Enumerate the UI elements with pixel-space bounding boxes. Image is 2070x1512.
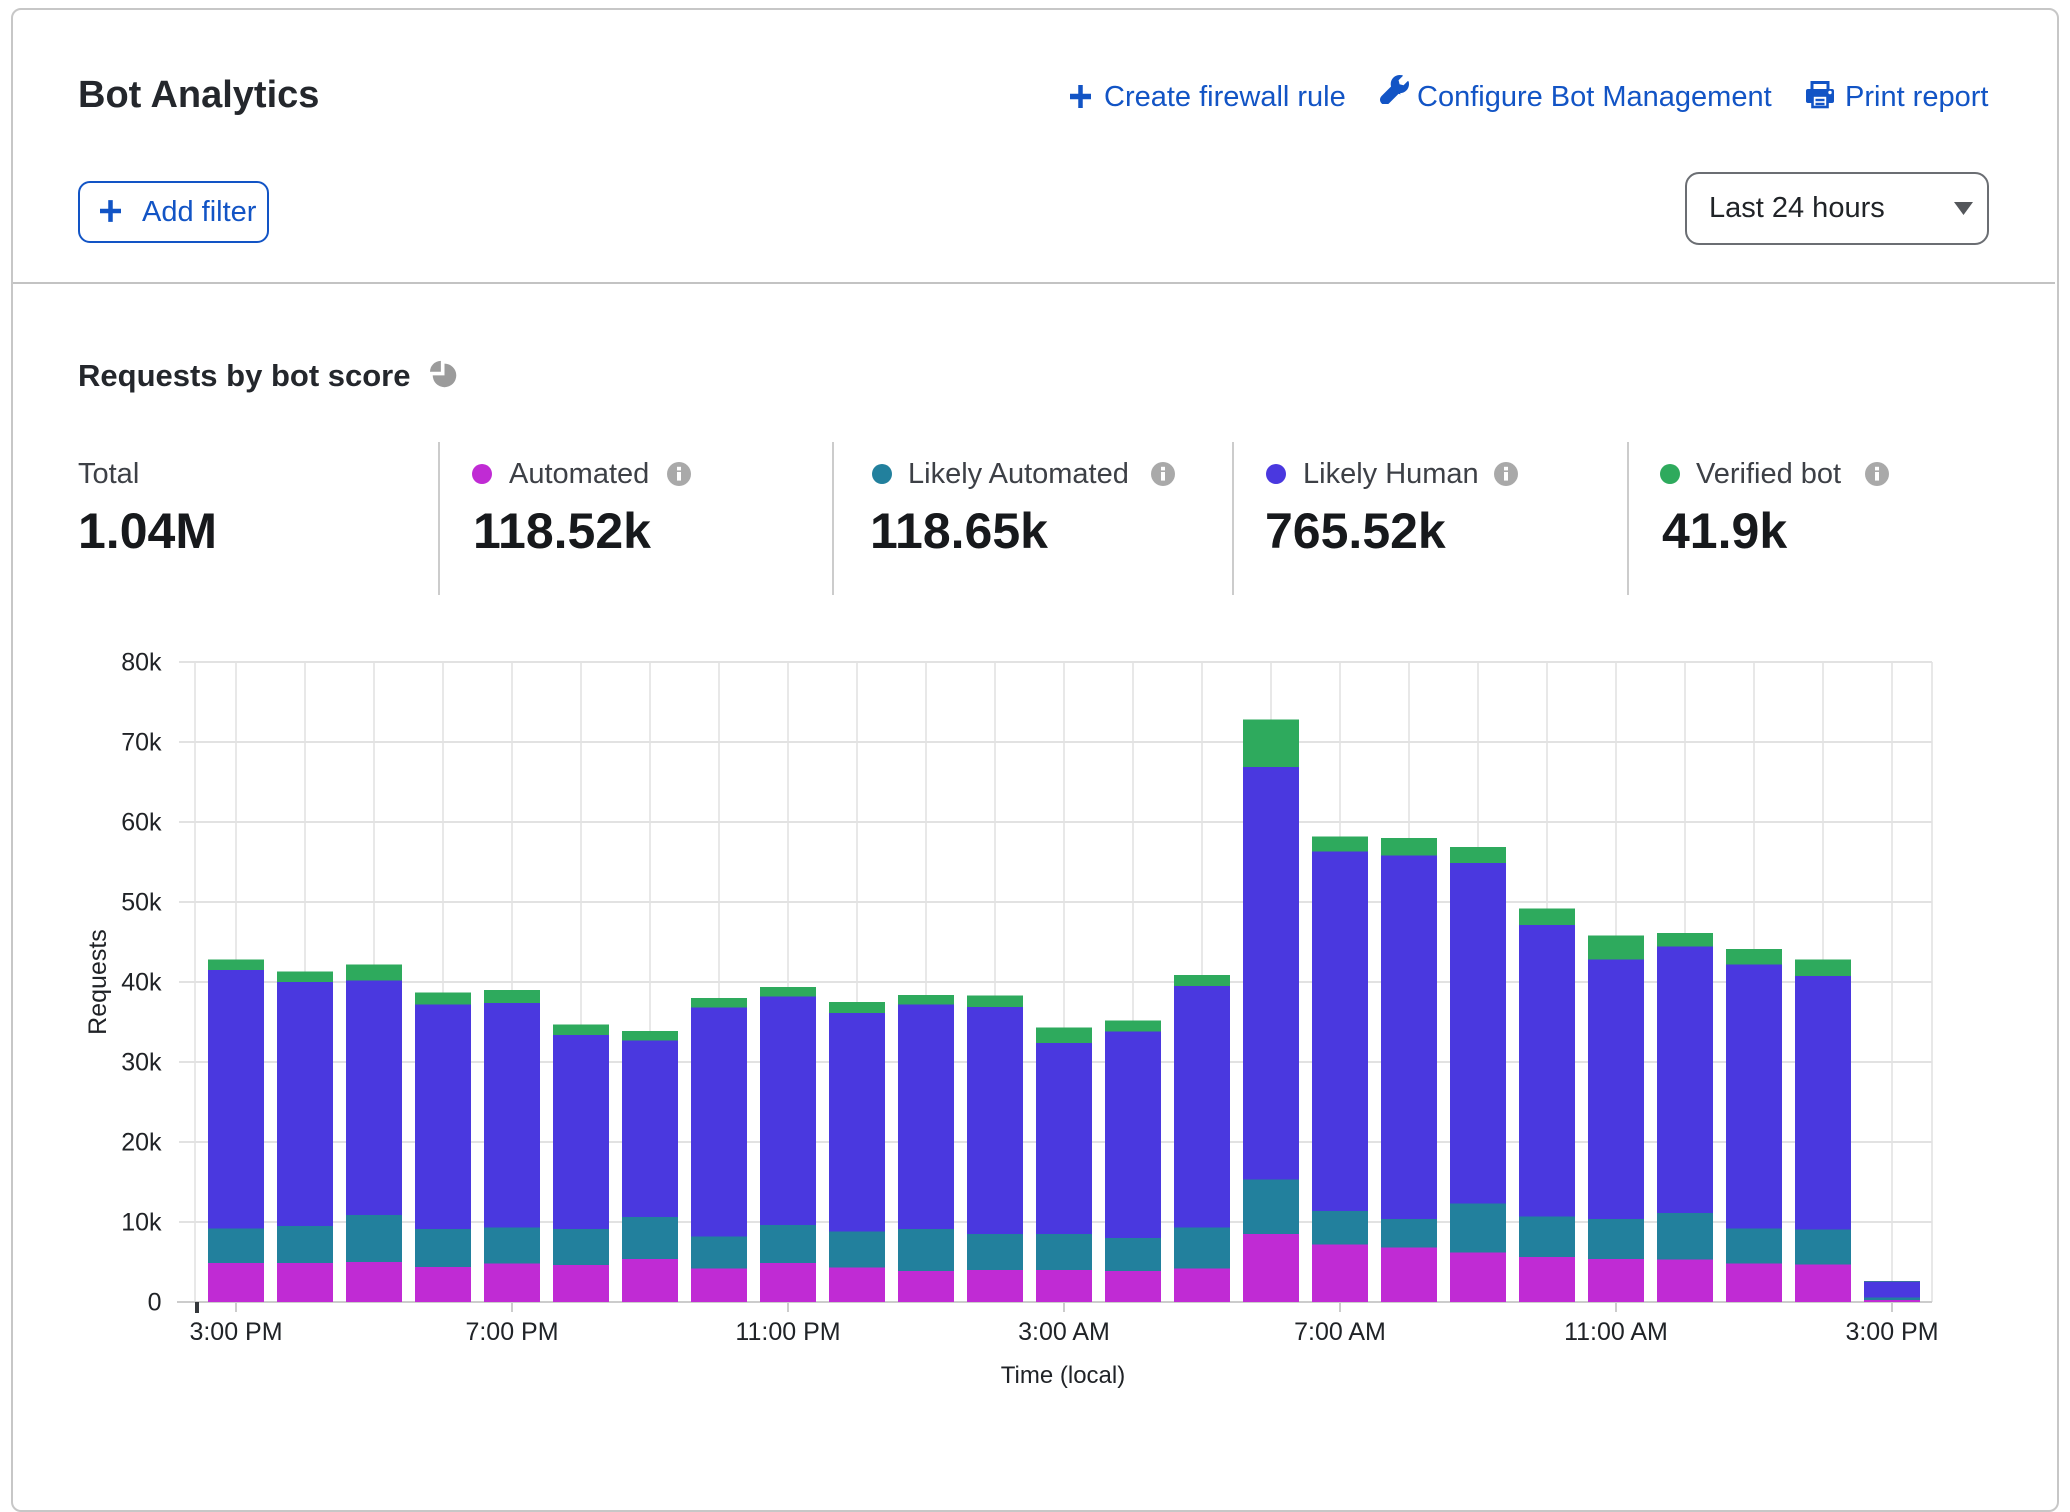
svg-text:7:00 PM: 7:00 PM: [465, 1318, 558, 1346]
svg-text:7:00 AM: 7:00 AM: [1294, 1318, 1386, 1346]
svg-text:50k: 50k: [121, 889, 162, 917]
svg-text:10k: 10k: [121, 1209, 162, 1237]
svg-text:Time (local): Time (local): [1001, 1362, 1125, 1389]
svg-text:3:00 AM: 3:00 AM: [1018, 1318, 1110, 1346]
svg-text:Requests: Requests: [84, 929, 112, 1035]
svg-text:11:00 AM: 11:00 AM: [1564, 1318, 1668, 1346]
svg-text:3:00 PM: 3:00 PM: [189, 1318, 282, 1346]
svg-text:40k: 40k: [121, 969, 162, 997]
svg-text:60k: 60k: [121, 809, 162, 837]
svg-text:70k: 70k: [121, 729, 162, 757]
svg-text:0: 0: [148, 1289, 162, 1317]
svg-text:11:00 PM: 11:00 PM: [735, 1318, 840, 1346]
svg-text:20k: 20k: [121, 1129, 162, 1157]
svg-text:3:00 PM: 3:00 PM: [1845, 1318, 1938, 1346]
svg-text:30k: 30k: [121, 1049, 162, 1077]
svg-text:80k: 80k: [121, 649, 162, 677]
